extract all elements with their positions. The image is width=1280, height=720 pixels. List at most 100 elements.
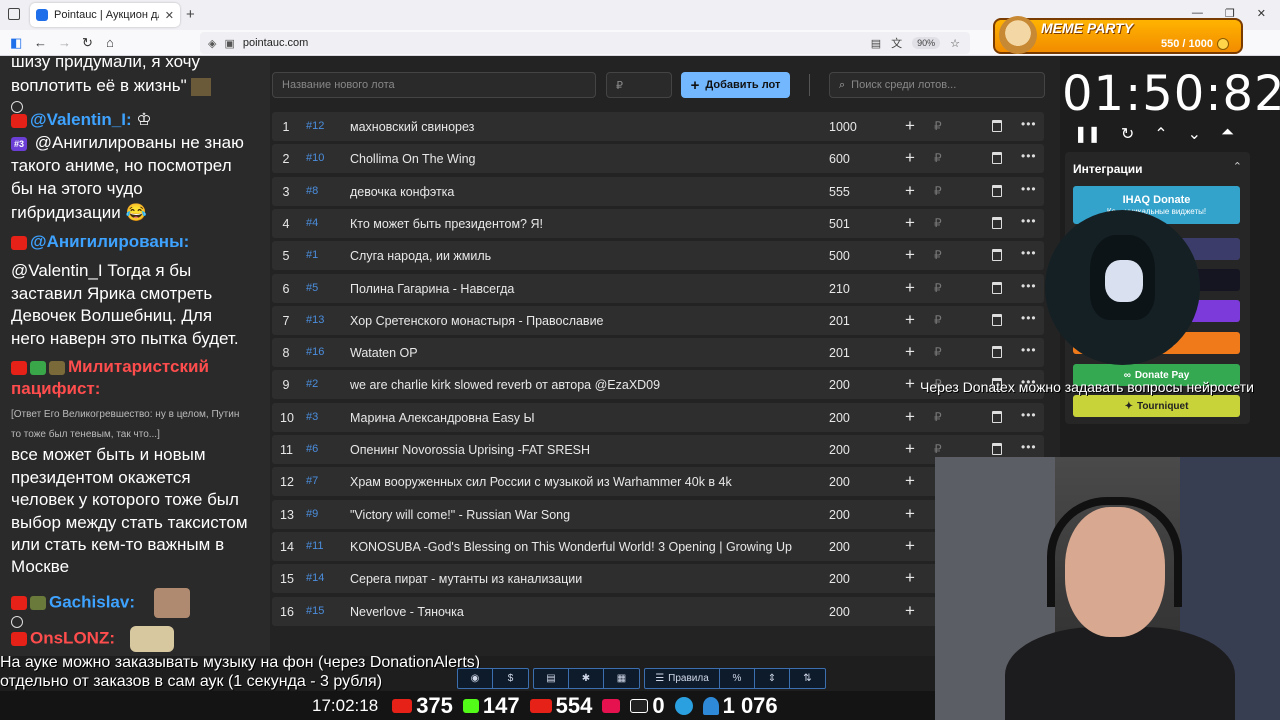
github-icon[interactable]: ◉ bbox=[458, 669, 493, 688]
more-icon[interactable]: ••• bbox=[1021, 182, 1037, 196]
lot-name[interactable]: Wataten OP bbox=[350, 346, 820, 360]
trash-icon[interactable] bbox=[992, 313, 1002, 326]
lot-row[interactable]: 16 #15 Neverlove - Тяночка 200 + bbox=[272, 596, 1044, 626]
percent-button[interactable]: % bbox=[720, 669, 755, 688]
lot-amount[interactable]: 500 bbox=[829, 249, 850, 263]
plus-icon[interactable]: + bbox=[905, 181, 915, 201]
lot-row[interactable]: 15 #14 Серега пират - мутанты из канализац… bbox=[272, 564, 1044, 594]
plus-icon[interactable]: + bbox=[905, 245, 915, 265]
ruble-icon[interactable]: ₽ bbox=[934, 216, 942, 230]
lot-row[interactable]: 13 #9 "Victory will come!" - Russian War S… bbox=[272, 499, 1044, 529]
lot-row[interactable]: 10 #3 Марина Александровна Easy Ы 200 + ₽ ••• bbox=[272, 402, 1044, 432]
tab-list-icon[interactable] bbox=[8, 8, 20, 20]
lot-amount[interactable]: 200 bbox=[829, 508, 850, 522]
lot-name[interactable]: Кто может быть президентом? Я! bbox=[350, 217, 820, 231]
lot-row[interactable]: 3 #8 девочка конфэтка 555 + ₽ ••• bbox=[272, 176, 1044, 206]
bug-icon[interactable]: ✱ bbox=[569, 669, 604, 688]
plus-icon[interactable]: + bbox=[905, 407, 915, 427]
url-bar[interactable]: ◈ ▣ pointauc.com ▤ 文 90% ☆ bbox=[200, 32, 970, 54]
chevron-up-icon[interactable]: ⌃ bbox=[1233, 160, 1242, 173]
trash-icon[interactable] bbox=[992, 249, 1002, 262]
lot-row[interactable]: 5 #1 Слуга народа, ии жмиль 500 + ₽ ••• bbox=[272, 241, 1044, 271]
pause-icon[interactable]: ❚❚ bbox=[1074, 124, 1101, 144]
plus-icon[interactable]: + bbox=[905, 213, 915, 233]
double-increase-icon[interactable]: ⏶ bbox=[1221, 124, 1234, 144]
increase-icon[interactable]: ⌃ bbox=[1154, 124, 1167, 144]
lot-name[interactable]: Слуга народа, ии жмиль bbox=[350, 249, 820, 263]
more-icon[interactable]: ••• bbox=[1021, 117, 1037, 131]
ruble-icon[interactable]: ₽ bbox=[934, 281, 942, 295]
plus-icon[interactable]: + bbox=[905, 374, 915, 394]
sidebar-icon[interactable]: ◧ bbox=[10, 35, 22, 51]
lot-name[interactable]: Марина Александровна Easy Ы bbox=[350, 411, 820, 425]
lot-row[interactable]: 2 #10 Chollima On The Wing 600 + ₽ ••• bbox=[272, 144, 1044, 174]
lot-amount[interactable]: 201 bbox=[829, 346, 850, 360]
split-icon[interactable]: ⇕ bbox=[755, 669, 790, 688]
lot-amount[interactable]: 200 bbox=[829, 572, 850, 586]
lot-row[interactable]: 11 #6 Опенинг Novorossia Uprising -FAT SRE… bbox=[272, 435, 1044, 464]
plus-icon[interactable]: + bbox=[905, 536, 915, 556]
trash-icon[interactable] bbox=[992, 443, 1002, 455]
clear-icon[interactable]: ▦ bbox=[604, 669, 639, 688]
trash-icon[interactable] bbox=[992, 152, 1002, 165]
reader-icon[interactable]: ▤ bbox=[871, 37, 881, 50]
lot-amount[interactable]: 600 bbox=[829, 152, 850, 166]
lot-row[interactable]: 1 #12 махновский свинорез 1000 + ₽ ••• bbox=[272, 112, 1044, 141]
lot-name[interactable]: Neverlove - Тяночка bbox=[350, 605, 820, 619]
lot-amount[interactable]: 200 bbox=[829, 605, 850, 619]
lock-icon[interactable]: ▣ bbox=[224, 37, 234, 50]
lot-name[interactable]: Хор Сретенского монастыря - Православие bbox=[350, 314, 820, 328]
decrease-icon[interactable]: ⌄ bbox=[1188, 124, 1201, 144]
plus-icon[interactable]: + bbox=[905, 310, 915, 330]
plus-icon[interactable]: + bbox=[905, 601, 915, 621]
more-icon[interactable]: ••• bbox=[1021, 279, 1037, 293]
add-lot-button[interactable]: + Добавить лот bbox=[681, 72, 790, 98]
reload-icon[interactable]: ↻ bbox=[82, 35, 93, 51]
trash-icon[interactable] bbox=[992, 410, 1002, 423]
trash-icon[interactable] bbox=[992, 216, 1002, 229]
home-icon[interactable]: ⌂ bbox=[106, 35, 114, 50]
plus-icon[interactable]: + bbox=[905, 278, 915, 298]
plus-icon[interactable]: + bbox=[905, 504, 915, 524]
lot-amount[interactable]: 200 bbox=[829, 411, 850, 425]
sort-icon[interactable]: ⇅ bbox=[790, 669, 825, 688]
lot-name[interactable]: KONOSUBA -God's Blessing on This Wonderf… bbox=[350, 540, 820, 554]
tourniquet-button[interactable]: ✦ Tourniquet bbox=[1073, 395, 1240, 417]
lot-amount[interactable]: 200 bbox=[829, 475, 850, 489]
ruble-icon[interactable]: ₽ bbox=[934, 442, 942, 456]
lot-row[interactable]: 12 #7 Храм вооруженных сил России с музыко… bbox=[272, 467, 1044, 497]
new-lot-input[interactable]: Название нового лота bbox=[272, 72, 596, 98]
ruble-icon[interactable]: ₽ bbox=[934, 119, 942, 133]
lot-row[interactable]: 4 #4 Кто может быть президентом? Я! 501 + ₽ ••… bbox=[272, 208, 1044, 238]
lot-amount[interactable]: 555 bbox=[829, 185, 850, 199]
back-icon[interactable]: ← bbox=[34, 35, 47, 50]
url-text[interactable]: pointauc.com bbox=[243, 37, 308, 49]
translate-icon[interactable]: 文 bbox=[891, 35, 902, 51]
lot-name[interactable]: Серега пират - мутанты из канализации bbox=[350, 572, 820, 586]
lot-amount[interactable]: 200 bbox=[829, 443, 850, 457]
trash-icon[interactable] bbox=[992, 281, 1002, 294]
more-icon[interactable]: ••• bbox=[1021, 408, 1037, 422]
lot-row[interactable]: 6 #5 Полина Гагарина - Навсегда 210 + ₽ ••• bbox=[272, 273, 1044, 303]
plus-icon[interactable]: + bbox=[905, 148, 915, 168]
lot-name[interactable]: we are charlie kirk slowed reverb от авт… bbox=[350, 378, 820, 392]
amount-input[interactable]: ₽ bbox=[606, 72, 672, 98]
lot-name[interactable]: Опенинг Novorossia Uprising -FAT SRESH bbox=[350, 443, 820, 457]
lot-row[interactable]: 8 #16 Wataten OP 201 + ₽ ••• bbox=[272, 338, 1044, 368]
close-tab-icon[interactable]: ✕ bbox=[165, 9, 174, 22]
lot-name[interactable]: Храм вооруженных сил России с музыкой из… bbox=[350, 475, 820, 489]
lot-name[interactable]: "Victory will come!" - Russian War Song bbox=[350, 508, 820, 522]
lot-name[interactable]: Полина Гагарина - Навсегда bbox=[350, 282, 820, 296]
trash-icon[interactable] bbox=[992, 120, 1002, 132]
lot-amount[interactable]: 201 bbox=[829, 314, 850, 328]
lot-amount[interactable]: 210 bbox=[829, 282, 850, 296]
ruble-icon[interactable]: ₽ bbox=[934, 151, 942, 165]
trash-icon[interactable] bbox=[992, 346, 1002, 359]
zoom-level[interactable]: 90% bbox=[912, 37, 941, 49]
more-icon[interactable]: ••• bbox=[1021, 214, 1037, 228]
lot-amount[interactable]: 501 bbox=[829, 217, 850, 231]
lot-row[interactable]: 14 #11 KONOSUBA -God's Blessing on This Wo… bbox=[272, 531, 1044, 561]
dollar-icon[interactable]: $ bbox=[493, 669, 528, 688]
ruble-icon[interactable]: ₽ bbox=[934, 184, 942, 198]
lot-name[interactable]: махновский свинорез bbox=[350, 120, 820, 134]
